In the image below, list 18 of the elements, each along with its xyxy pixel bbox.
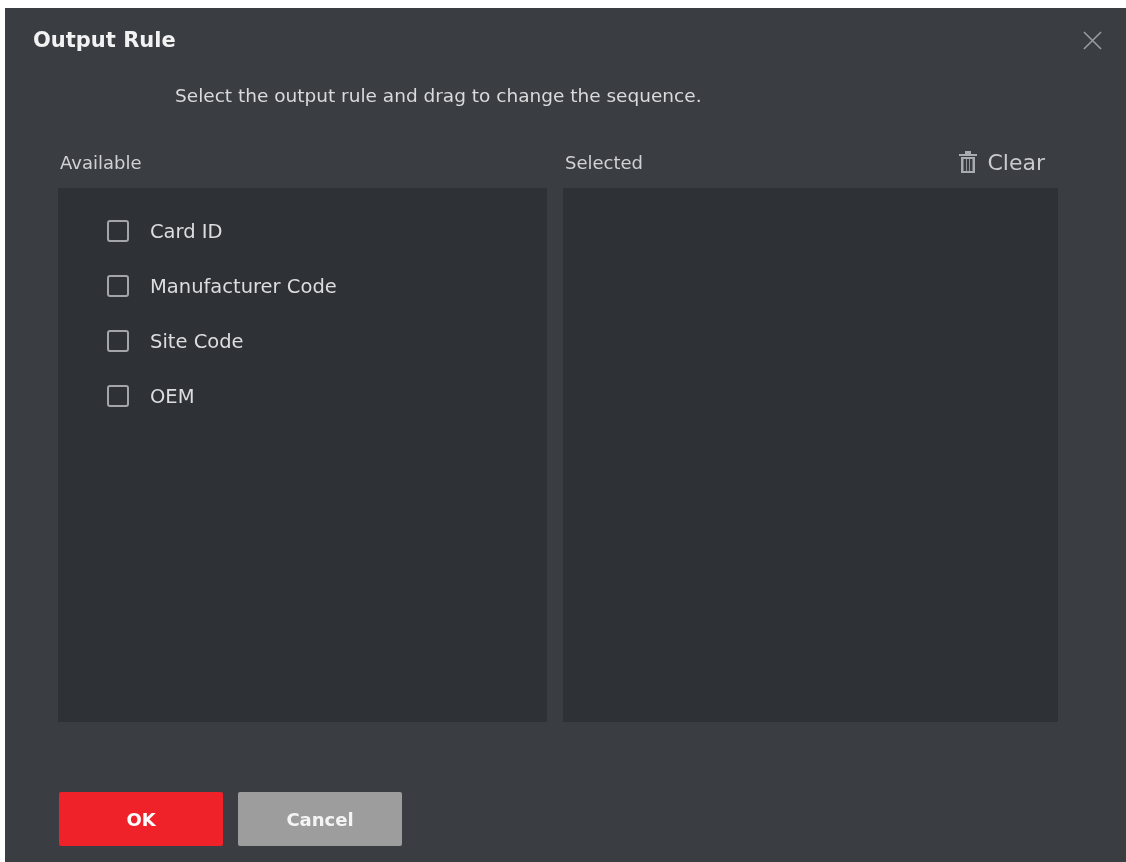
option-label: OEM — [150, 384, 195, 408]
instruction-text: Select the output rule and drag to change the sequence. — [175, 85, 702, 107]
clear-button[interactable]: Clear — [959, 149, 1045, 175]
checkbox[interactable] — [107, 385, 129, 407]
close-icon — [1083, 30, 1102, 50]
available-label: Available — [60, 151, 142, 173]
selected-label: Selected — [565, 151, 644, 173]
checkbox[interactable] — [107, 275, 129, 297]
trash-icon — [959, 151, 978, 173]
close-button[interactable] — [1083, 30, 1102, 50]
option-label: Site Code — [150, 329, 244, 353]
checkbox[interactable] — [107, 220, 129, 242]
ok-button[interactable]: OK — [59, 792, 223, 846]
option-label: Manufacturer Code — [150, 274, 337, 298]
checkbox[interactable] — [107, 330, 129, 352]
cancel-button[interactable]: Cancel — [238, 792, 402, 846]
dialog-title: Output Rule — [33, 28, 176, 52]
option-label: Card ID — [150, 219, 223, 243]
